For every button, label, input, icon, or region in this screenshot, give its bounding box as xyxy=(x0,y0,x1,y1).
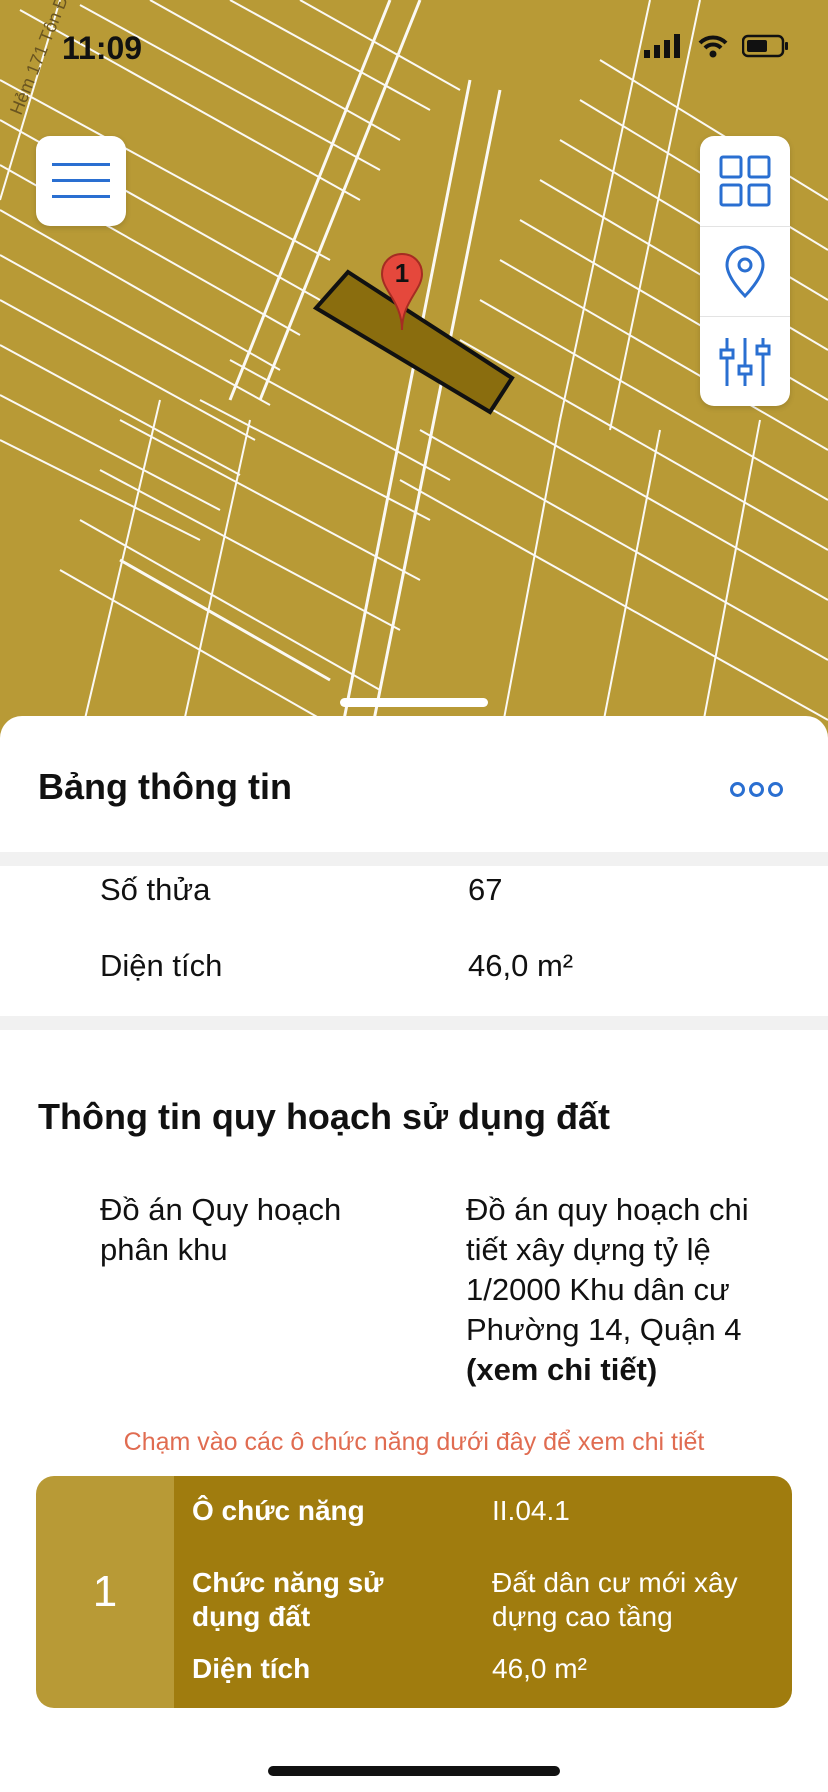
cell-code-value: II.04.1 xyxy=(492,1495,570,1526)
function-cell-index: 1 xyxy=(36,1476,174,1708)
filter-button[interactable] xyxy=(700,316,790,407)
lot-number-value: 67 xyxy=(468,872,503,907)
sliders-icon xyxy=(719,338,771,386)
planning-project-label: Đồ án Quy hoạch phân khu xyxy=(100,1192,342,1267)
land-use-value: Đất dân cư mới xây dựng cao tầng xyxy=(492,1567,738,1632)
location-button[interactable] xyxy=(700,226,790,317)
status-time: 11:09 xyxy=(62,30,143,66)
divider xyxy=(0,852,828,866)
signal-icon xyxy=(644,34,680,58)
lot-number-label: Số thửa xyxy=(100,872,211,907)
sheet-header: Bảng thông tin xyxy=(0,716,828,852)
planning-project-text: Đồ án quy hoạch chi tiết xây dựng tỷ lệ … xyxy=(466,1192,749,1347)
land-use-label: Chức năng sử dụng đất xyxy=(192,1567,384,1632)
map-toolbar xyxy=(700,136,790,406)
menu-button[interactable] xyxy=(36,136,126,226)
cell-code-label: Ô chức năng xyxy=(192,1495,365,1526)
more-icon xyxy=(768,781,783,797)
hamburger-icon xyxy=(52,163,110,198)
marker-number: 1 xyxy=(394,258,410,288)
sheet-title: Bảng thông tin xyxy=(38,766,292,807)
area-value: 46,0 m² xyxy=(468,948,574,983)
location-pin-icon xyxy=(725,245,765,299)
area-label: Diện tích xyxy=(100,948,223,983)
planning-project-value: Đồ án quy hoạch chi tiết xây dựng tỷ lệ … xyxy=(466,1190,796,1390)
map-marker[interactable]: 1 xyxy=(380,252,424,332)
layers-button[interactable] xyxy=(700,136,790,226)
wifi-icon xyxy=(698,35,728,58)
planning-section-title: Thông tin quy hoạch sử dụng đất xyxy=(38,1096,611,1137)
function-cell-details: Ô chức năng II.04.1 Chức năng sử dụng đấ… xyxy=(174,1476,792,1708)
grid-icon xyxy=(719,155,771,207)
function-cell-card[interactable]: 1 Ô chức năng II.04.1 Chức năng sử dụng … xyxy=(36,1476,792,1708)
cell-area-value: 46,0 m² xyxy=(492,1653,587,1684)
home-indicator[interactable] xyxy=(268,1766,560,1776)
battery-icon xyxy=(742,34,788,58)
status-bar: 11:09 xyxy=(0,0,828,100)
more-icon xyxy=(749,781,764,797)
sheet-grab-handle[interactable] xyxy=(340,698,488,707)
more-icon xyxy=(730,781,745,797)
divider xyxy=(0,1016,828,1030)
more-options-button[interactable] xyxy=(730,774,786,804)
hint-text: Chạm vào các ô chức năng dưới đây để xem… xyxy=(123,1428,705,1456)
cell-area-label: Diện tích xyxy=(192,1653,311,1684)
view-detail-link[interactable]: (xem chi tiết) xyxy=(466,1350,796,1390)
